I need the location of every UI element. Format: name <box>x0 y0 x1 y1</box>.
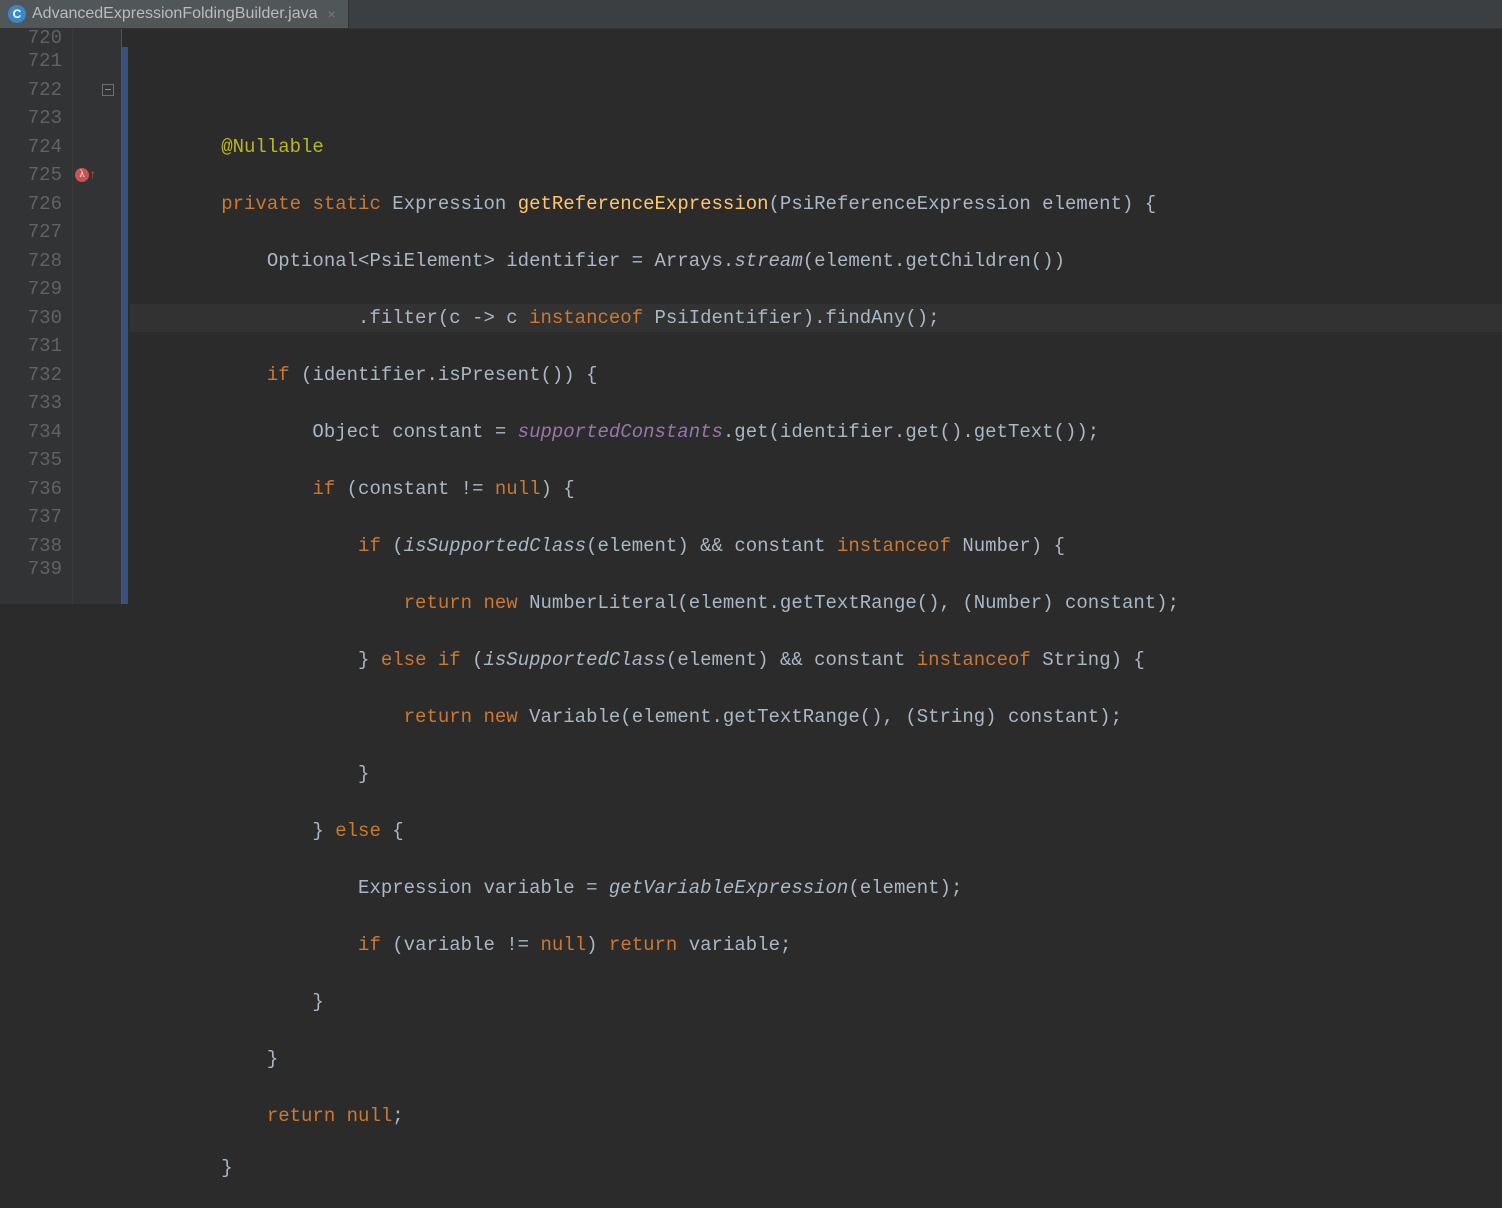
code-text: else if <box>381 649 472 671</box>
line-number: 732 <box>0 361 62 390</box>
line-number: 720 <box>0 29 62 47</box>
code-text: else <box>335 820 392 842</box>
code-text: private <box>221 193 312 215</box>
code-text: (PsiReferenceExpression element) { <box>769 193 1157 215</box>
code-text: (constant != <box>347 478 495 500</box>
close-icon[interactable]: × <box>328 6 336 22</box>
line-number-gutter: 720 721 722 723 724 725 726 727 728 729 … <box>0 29 73 604</box>
line-number: 726 <box>0 190 62 219</box>
line-number: 725 <box>0 161 62 190</box>
editor-tab[interactable]: C AdvancedExpressionFoldingBuilder.java … <box>0 0 349 28</box>
code-text: null <box>495 478 541 500</box>
code-text: return <box>609 934 689 956</box>
code-text: return null <box>267 1105 392 1127</box>
lambda-icon[interactable]: λ <box>75 168 89 182</box>
gutter-icon-strip: λ ↑ <box>73 29 95 604</box>
code-text: (element); <box>848 877 962 899</box>
code-text: NumberLiteral(element.getTextRange(), (N… <box>529 592 1179 614</box>
code-text: static <box>312 193 392 215</box>
line-number: 734 <box>0 418 62 447</box>
change-marker <box>122 47 128 604</box>
code-text: if <box>267 364 301 386</box>
line-number: 739 <box>0 560 62 578</box>
code-text: (identifier.isPresent()) { <box>301 364 597 386</box>
line-number: 731 <box>0 332 62 361</box>
line-number: 723 <box>0 104 62 133</box>
code-text: } <box>221 1159 232 1177</box>
code-text <box>221 592 403 614</box>
code-text: Variable(element.getTextRange(), (String… <box>529 706 1122 728</box>
code-text: instanceof <box>837 535 962 557</box>
line-number: 736 <box>0 475 62 504</box>
code-text <box>221 364 267 386</box>
code-text: null <box>541 934 587 956</box>
code-editor[interactable]: 720 721 722 723 724 725 726 727 728 729 … <box>0 29 1502 604</box>
code-text: } <box>221 763 369 785</box>
tab-label: AdvancedExpressionFoldingBuilder.java <box>32 5 318 23</box>
line-number: 728 <box>0 247 62 276</box>
code-text: instanceof <box>917 649 1042 671</box>
line-number: 722 <box>0 76 62 105</box>
code-text: .filter(c -> c <box>221 307 529 329</box>
code-text <box>221 478 312 500</box>
code-text: } <box>221 820 335 842</box>
code-text: ) <box>586 934 609 956</box>
tab-bar: C AdvancedExpressionFoldingBuilder.java … <box>0 0 1502 29</box>
code-text: Optional<PsiElement> identifier = Arrays… <box>221 250 734 272</box>
code-text: PsiIdentifier).findAny(); <box>655 307 940 329</box>
code-text: (element) && constant <box>666 649 917 671</box>
code-text: getVariableExpression <box>609 877 848 899</box>
code-text: variable; <box>689 934 792 956</box>
code-text: (element.getChildren()) <box>803 250 1065 272</box>
line-number: 735 <box>0 446 62 475</box>
code-text: } <box>221 1048 278 1070</box>
code-text: ) { <box>541 478 575 500</box>
code-text <box>221 1105 267 1127</box>
code-text: stream <box>734 250 802 272</box>
line-number: 737 <box>0 503 62 532</box>
code-text: if <box>358 535 392 557</box>
code-text <box>221 535 358 557</box>
code-text: return new <box>404 592 529 614</box>
code-text: { <box>392 820 403 842</box>
code-text: Expression variable = <box>221 877 609 899</box>
code-text: Object constant = <box>221 421 517 443</box>
code-text: getReferenceExpression <box>518 193 769 215</box>
line-number: 724 <box>0 133 62 162</box>
code-text: } <box>221 991 324 1013</box>
code-text: (variable != <box>392 934 540 956</box>
line-number: 733 <box>0 389 62 418</box>
code-text: Expression <box>392 193 517 215</box>
code-text: ( <box>472 649 483 671</box>
code-text: ( <box>392 535 403 557</box>
code-text: .get(identifier.get().getText()); <box>723 421 1099 443</box>
code-text: isSupportedClass <box>483 649 665 671</box>
line-number: 738 <box>0 532 62 561</box>
code-text: isSupportedClass <box>404 535 586 557</box>
fold-toggle-icon[interactable] <box>102 84 114 96</box>
code-text: supportedConstants <box>518 421 723 443</box>
code-text: Number) { <box>962 535 1065 557</box>
code-text: if <box>312 478 346 500</box>
code-text <box>221 934 358 956</box>
code-text: @Nullable <box>221 136 324 158</box>
code-text: return new <box>404 706 529 728</box>
line-number: 727 <box>0 218 62 247</box>
code-text: String) { <box>1042 649 1145 671</box>
java-class-icon: C <box>8 5 26 23</box>
code-text: if <box>358 934 392 956</box>
code-area[interactable]: @Nullable private static Expression getR… <box>122 29 1502 604</box>
code-text: } <box>221 649 381 671</box>
code-text: (element) && constant <box>586 535 837 557</box>
line-number: 730 <box>0 304 62 333</box>
code-text <box>221 706 403 728</box>
line-number: 721 <box>0 47 62 76</box>
line-number: 729 <box>0 275 62 304</box>
code-text: instanceof <box>529 307 654 329</box>
fold-gutter <box>95 29 122 604</box>
code-text: ; <box>392 1105 403 1127</box>
